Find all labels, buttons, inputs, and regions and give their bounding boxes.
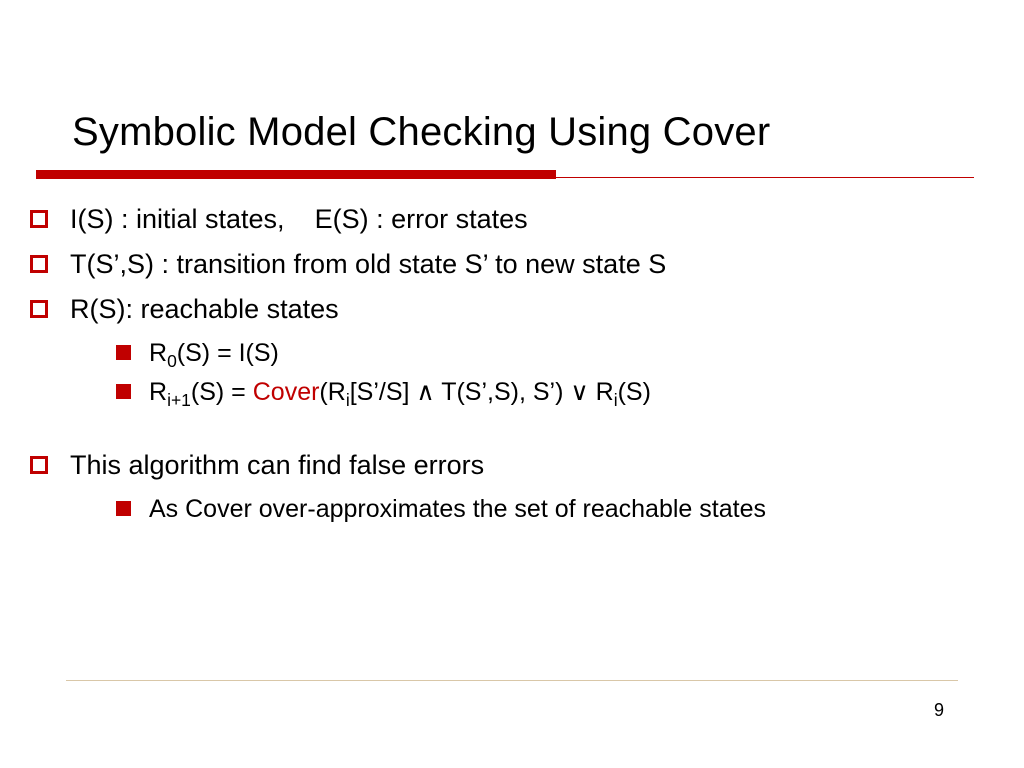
text-fragment: R [149, 378, 167, 406]
hollow-square-icon [30, 456, 48, 474]
or-symbol: ∨ [570, 378, 588, 406]
bullet-item: R(S): reachable states [30, 290, 964, 329]
bullet-item: This algorithm can find false errors [30, 446, 964, 485]
text-fragment: R [589, 378, 614, 406]
text-fragment: R [149, 339, 167, 367]
slide-body: I(S) : initial states, E(S) : error stat… [30, 200, 964, 529]
subscript: 0 [167, 351, 177, 371]
slide: Symbolic Model Checking Using Cover I(S)… [0, 0, 1024, 768]
and-symbol: ∧ [416, 378, 434, 406]
text-fragment: (S) = I(S) [177, 339, 279, 367]
text-fragment: (R [319, 378, 345, 406]
bullet-text: I(S) : initial states, E(S) : error stat… [70, 200, 964, 239]
sub-bullet-item: Ri+1(S) = Cover(Ri[S’/S] ∧ T(S’,S), S’) … [116, 374, 964, 410]
spacer [30, 412, 964, 446]
footer-divider [66, 680, 958, 681]
filled-square-icon [116, 384, 131, 399]
text-fragment: (S) [618, 378, 651, 406]
bullet-item: T(S’,S) : transition from old state S’ t… [30, 245, 964, 284]
page-number: 9 [934, 700, 944, 721]
sub-bullet-text: As Cover over-approximates the set of re… [149, 491, 964, 527]
sub-bullet-item: As Cover over-approximates the set of re… [116, 491, 964, 527]
bullet-item: I(S) : initial states, E(S) : error stat… [30, 200, 964, 239]
text-fragment: (S) = [191, 378, 253, 406]
slide-title: Symbolic Model Checking Using Cover [72, 110, 770, 155]
text-fragment: T(S’,S), S’) [435, 378, 571, 406]
sub-bullet-item: R0(S) = I(S) [116, 335, 964, 371]
bullet-text: R(S): reachable states [70, 290, 964, 329]
filled-square-icon [116, 345, 131, 360]
sub-bullet-text: Ri+1(S) = Cover(Ri[S’/S] ∧ T(S’,S), S’) … [149, 374, 964, 410]
cover-keyword: Cover [253, 378, 320, 406]
text-fragment: [S’/S] [350, 378, 417, 406]
title-divider [36, 170, 974, 180]
subscript: i+1 [167, 390, 191, 410]
hollow-square-icon [30, 255, 48, 273]
hollow-square-icon [30, 210, 48, 228]
divider-thick [36, 170, 556, 179]
bullet-text: T(S’,S) : transition from old state S’ t… [70, 245, 964, 284]
filled-square-icon [116, 501, 131, 516]
sub-bullet-text: R0(S) = I(S) [149, 335, 964, 371]
bullet-text: This algorithm can find false errors [70, 446, 964, 485]
hollow-square-icon [30, 300, 48, 318]
